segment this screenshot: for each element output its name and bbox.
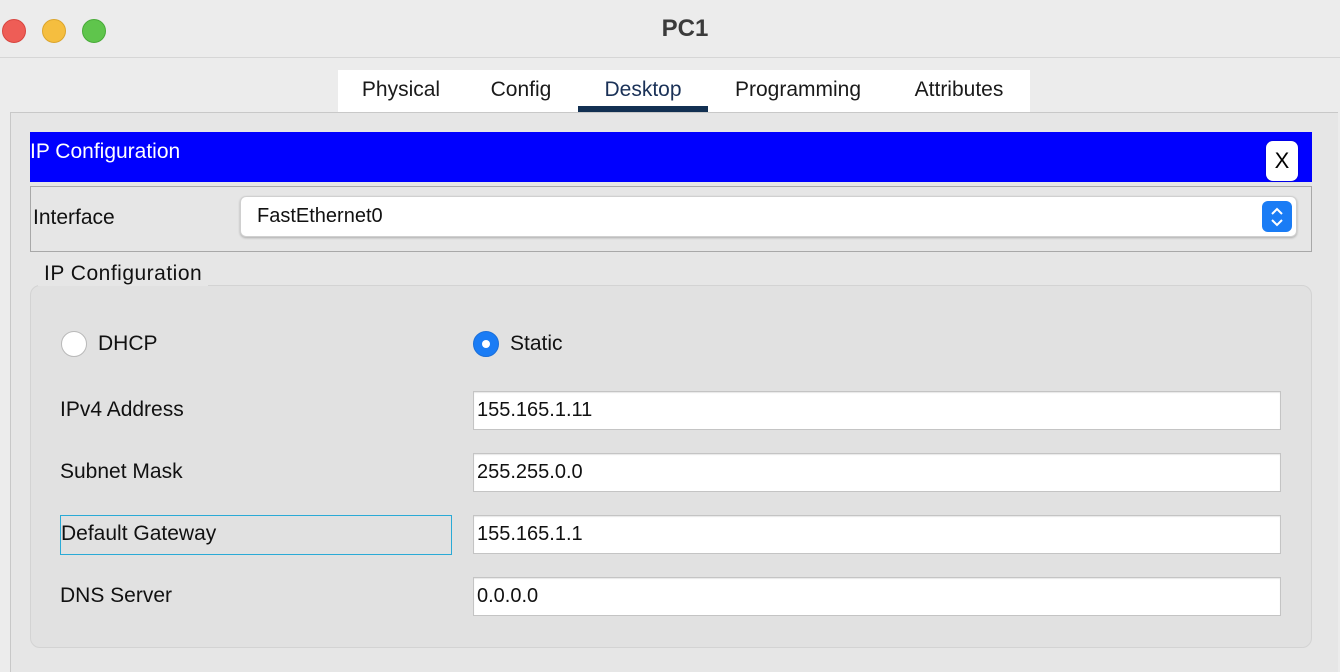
interface-row: Interface FastEthernet0 [30,186,1312,252]
tab-physical[interactable]: Physical [338,70,464,112]
ip-config-header: IP Configuration X [30,132,1312,182]
chevron-down-icon [1271,218,1283,226]
subnet-mask-label: Subnet Mask [60,460,183,483]
tab-attributes[interactable]: Attributes [888,70,1030,112]
tab-config[interactable]: Config [464,70,578,112]
tab-bar: Physical Config Desktop Programming Attr… [338,70,1030,112]
ip-config-group-title: IP Configuration [38,262,209,286]
tab-programming[interactable]: Programming [708,70,888,112]
interface-value: FastEthernet0 [257,205,383,227]
subnet-mask-field[interactable]: 255.255.0.0 [473,453,1281,492]
ipv4-address-field[interactable]: 155.165.1.11 [473,391,1281,430]
dns-server-label: DNS Server [60,584,173,607]
window-title: PC1 [661,15,709,42]
default-gateway-label: Default Gateway [60,515,452,555]
close-panel-button[interactable]: X [1266,141,1298,181]
static-label[interactable]: Static [510,332,563,356]
dns-server-value: 0.0.0.0 [477,585,539,607]
default-gateway-value: 155.165.1.1 [477,523,583,545]
dns-server-field[interactable]: 0.0.0.0 [473,577,1281,616]
select-stepper-icon[interactable] [1262,201,1292,232]
dhcp-label[interactable]: DHCP [98,332,158,356]
title-bar: PC1 [0,0,1340,58]
chevron-up-icon [1271,207,1283,215]
ipv4-address-label: IPv4 Address [60,398,184,421]
ipv4-address-value: 155.165.1.11 [477,399,593,421]
subnet-mask-value: 255.255.0.0 [477,461,583,483]
tab-desktop[interactable]: Desktop [578,70,708,112]
interface-label: Interface [33,206,115,229]
dhcp-radio[interactable] [61,331,87,357]
static-radio[interactable] [473,331,499,357]
interface-select[interactable]: FastEthernet0 [240,196,1297,237]
default-gateway-field[interactable]: 155.165.1.1 [473,515,1281,554]
ip-config-header-title: IP Configuration [30,140,181,163]
